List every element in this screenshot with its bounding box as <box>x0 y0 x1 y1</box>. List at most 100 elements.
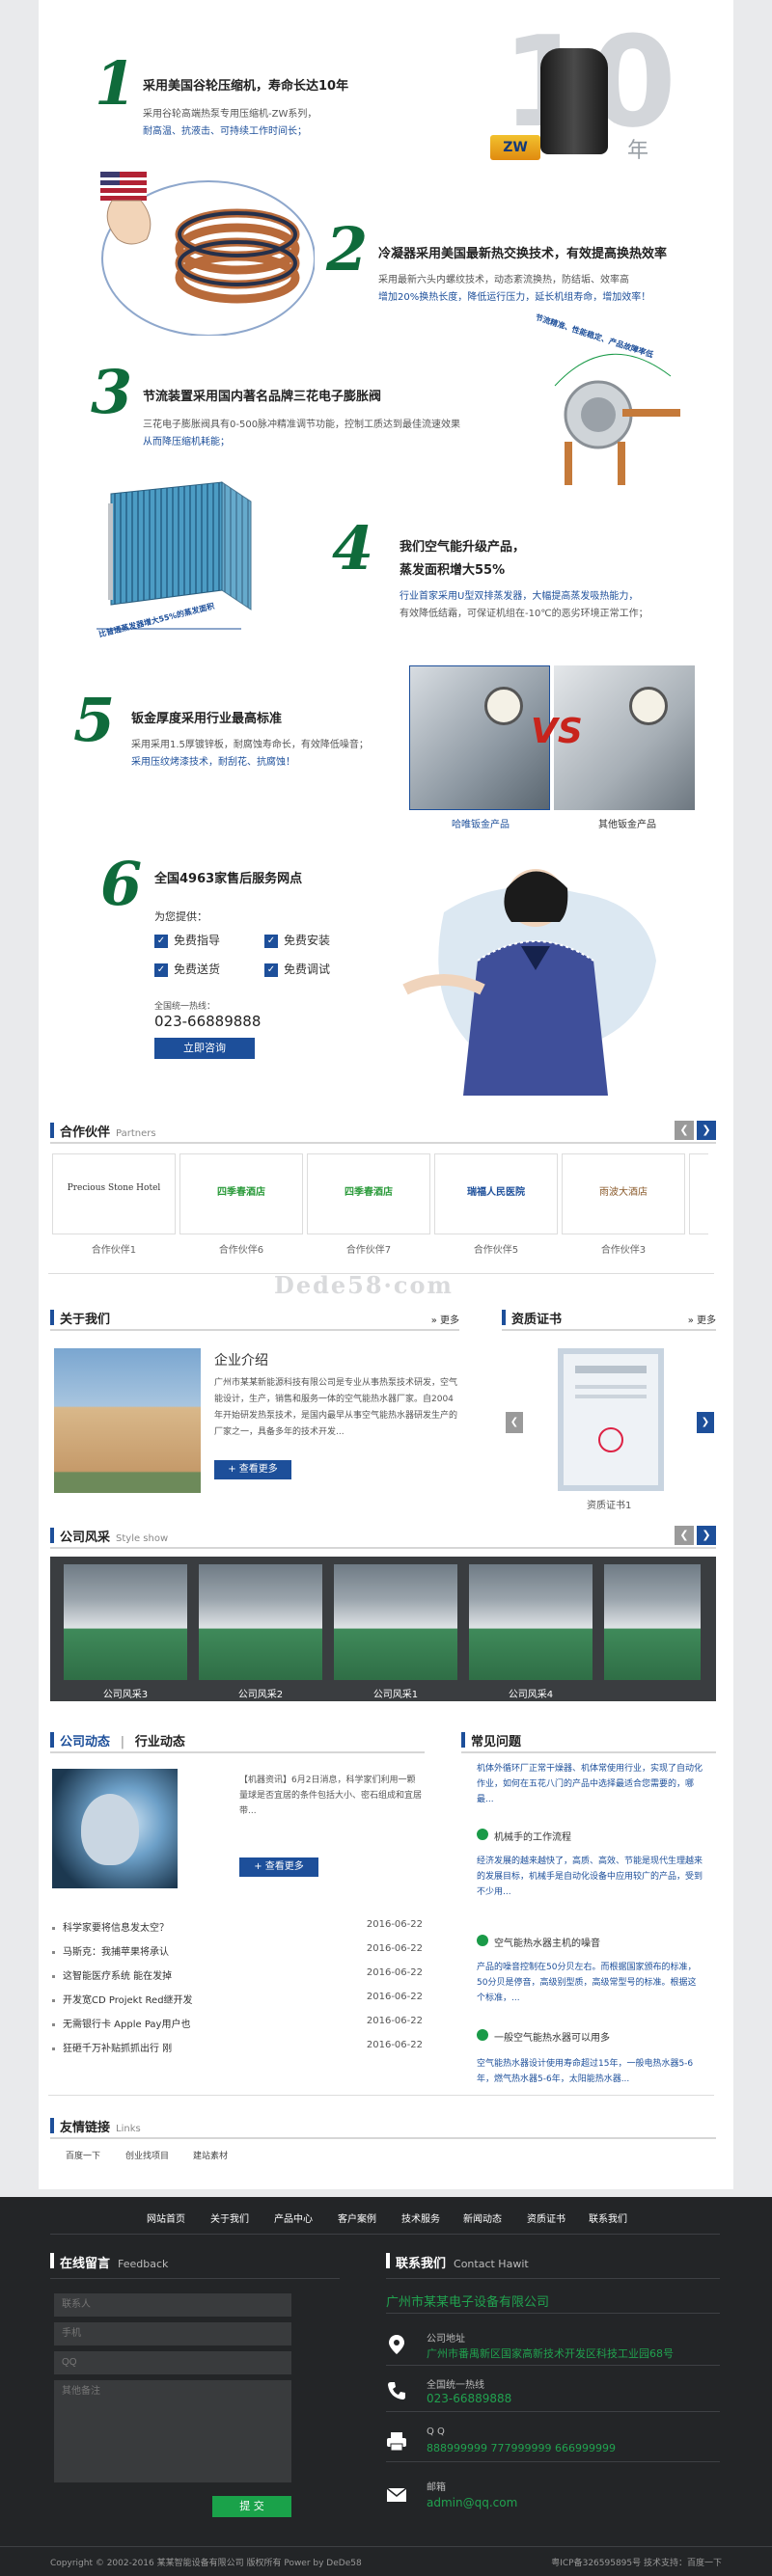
compare-left-image <box>409 665 550 810</box>
service-item-1-label: 免费指导 <box>174 934 221 947</box>
feedback-title-text: 在线留言 <box>60 2257 111 2271</box>
footer-divider <box>386 2313 720 2314</box>
prev-arrow-icon[interactable]: ❮ <box>675 1526 694 1545</box>
news-item-1[interactable]: 科学家要将信息发太空？ 2016-06-22 <box>52 1919 423 1940</box>
compare-right-caption: 其他钣金产品 <box>598 820 656 830</box>
feedback-name-input[interactable] <box>54 2293 291 2317</box>
feature-4-desc: 行业首家采用U型双排蒸发器，大幅提高蒸发吸热能力， 有效降低结霜，可保证机组在-… <box>400 588 648 623</box>
news-item-date: 2016-06-22 <box>366 2040 423 2050</box>
style-title-en: Style show <box>116 1533 169 1544</box>
header-bar <box>50 2118 54 2133</box>
feedback-submit-button[interactable]: 提 交 <box>212 2496 291 2517</box>
feedback-phone-input[interactable] <box>54 2322 291 2346</box>
faq-question-1[interactable]: 机械手的工作流程 <box>494 1829 571 1843</box>
news-item-title[interactable]: 开发宽CD Projekt Red继开发 <box>63 1995 193 2006</box>
cert-prev-arrow-icon[interactable]: ❮ <box>506 1412 523 1433</box>
link-3[interactable]: 建站素材 <box>193 2149 228 2161</box>
prev-arrow-icon[interactable]: ❮ <box>675 1121 694 1140</box>
news-item-5[interactable]: 无需银行卡 Apple Pay用户也 2016-06-22 <box>52 2016 423 2037</box>
about-more-link[interactable]: » 更多 <box>431 1312 459 1326</box>
partner-caption-1[interactable]: 合作伙伴1 <box>52 1241 176 1256</box>
news-item-date: 2016-06-22 <box>366 1919 423 1930</box>
news-item-title[interactable]: 这智能医疗系统 能在发掉 <box>63 1971 172 1982</box>
style-photo-2[interactable] <box>199 1564 322 1680</box>
footer-nav-home[interactable]: 网站首页 <box>147 2210 185 2225</box>
partner-logo-2-text: 四季春酒店 <box>217 1187 265 1198</box>
partner-logo-4[interactable]: 瑞福人民医院 <box>434 1153 558 1234</box>
partners-title-text: 合作伙伴 <box>60 1125 111 1140</box>
style-caption-1[interactable]: 公司风采3 <box>64 1686 187 1700</box>
footer-divider <box>386 2411 720 2412</box>
footer-nav-certs[interactable]: 资质证书 <box>527 2210 565 2225</box>
style-photo-4[interactable] <box>469 1564 593 1680</box>
footer-nav-products[interactable]: 产品中心 <box>274 2210 313 2225</box>
footer-nav-news[interactable]: 新闻动态 <box>463 2210 502 2225</box>
faq-question-2[interactable]: 空气能热水器主机的噪音 <box>494 1935 600 1949</box>
partner-logo-3[interactable]: 四季春酒店 <box>307 1153 430 1234</box>
style-photo-5[interactable] <box>604 1564 701 1680</box>
cert-more-link[interactable]: » 更多 <box>688 1312 716 1326</box>
style-photo-3[interactable] <box>334 1564 457 1680</box>
news-item-6[interactable]: 狂砸千万补贴抓抓出行 刚 2016-06-22 <box>52 2040 423 2061</box>
news-item-title[interactable]: 科学家要将信息发太空？ <box>63 1923 169 1934</box>
footer-nav-services[interactable]: 技术服务 <box>401 2210 440 2225</box>
partners-title: 合作伙伴 Partners <box>60 1122 156 1140</box>
link-1[interactable]: 百度一下 <box>66 2149 100 2161</box>
news-more-button[interactable]: + 查看更多 <box>239 1857 318 1877</box>
style-caption-2[interactable]: 公司风采2 <box>199 1686 322 1700</box>
service-item-4-label: 免费调试 <box>284 963 331 976</box>
location-pin-icon <box>389 2335 404 2354</box>
news-item-title[interactable]: 马斯克：我捕苹果将承认 <box>63 1947 169 1958</box>
tab-industry-news[interactable]: 行业动态 <box>135 1735 185 1749</box>
about-more-button[interactable]: + 查看更多 <box>214 1460 291 1479</box>
hotline-label: 全国统一热线： <box>154 1002 216 1012</box>
style-photo-1[interactable] <box>64 1564 187 1680</box>
partner-caption-2[interactable]: 合作伙伴6 <box>179 1241 303 1256</box>
news-item-4[interactable]: 开发宽CD Projekt Red继开发 2016-06-22 <box>52 1992 423 2013</box>
feedback-note-textarea[interactable] <box>54 2380 291 2482</box>
feature-5-line2: 采用压纹烤漆技术，耐刮花、抗腐蚀！ <box>131 757 295 768</box>
partner-caption-3[interactable]: 合作伙伴7 <box>307 1241 430 1256</box>
style-caption-4[interactable]: 公司风采4 <box>469 1686 593 1700</box>
partner-caption-4[interactable]: 合作伙伴5 <box>434 1241 558 1256</box>
faq-answer-3: 空气能热水器设计使用寿命超过15年，一般电热水器5-6年，燃气热水器5-6年，太… <box>477 2059 694 2084</box>
footer-nav-about[interactable]: 关于我们 <box>210 2210 249 2225</box>
feedback-qq-input[interactable] <box>54 2351 291 2374</box>
link-2[interactable]: 创业找项目 <box>125 2149 169 2161</box>
company-building-image <box>54 1348 201 1493</box>
news-item-title[interactable]: 无需银行卡 Apple Pay用户也 <box>63 2020 190 2030</box>
contact-mail-label: 邮箱 <box>427 2482 446 2493</box>
feature-1-title: 采用美国谷轮压缩机，寿命长达10年 <box>143 79 349 94</box>
next-arrow-icon[interactable]: ❯ <box>697 1526 716 1545</box>
cert-header: 资质证书 » 更多 <box>502 1306 716 1331</box>
news-featured-text: 【机器资讯】6月2日消息，科学家们利用一颗量球是否宜居的条件包括大小、密石组成和… <box>239 1776 423 1816</box>
news-item-3[interactable]: 这智能医疗系统 能在发掉 2016-06-22 <box>52 1967 423 1989</box>
tab-separator: | <box>120 1735 125 1749</box>
question-icon <box>477 1829 488 1840</box>
consult-button[interactable]: 立即咨询 <box>154 1038 255 1059</box>
feature-3-line1: 三花电子膨胀阀具有0-500脉冲精准调节功能，控制工质达到最佳流速效果 <box>143 420 461 430</box>
partner-logo-2[interactable]: 四季春酒店 <box>179 1153 303 1234</box>
contact-mail[interactable]: admin@qq.com <box>427 2496 517 2509</box>
news-featured-image[interactable] <box>52 1769 178 1888</box>
partner-logo-1[interactable]: Precious Stone Hotel <box>52 1153 176 1234</box>
tab-company-news[interactable]: 公司动态 <box>60 1735 110 1749</box>
cert-next-arrow-icon[interactable]: ❯ <box>697 1412 714 1433</box>
certificate-image[interactable] <box>558 1348 664 1491</box>
feature-4-line2: 有效降低结霜，可保证机组在-10℃的恶劣环境正常工作； <box>400 609 648 619</box>
partners-title-en: Partners <box>116 1128 156 1139</box>
faq-question-3[interactable]: 一般空气能热水器可以用多 <box>494 2029 610 2044</box>
links-title-en: Links <box>116 2124 141 2134</box>
partner-caption-5[interactable]: 合作伙伴3 <box>562 1241 685 1256</box>
next-arrow-icon[interactable]: ❯ <box>697 1121 716 1140</box>
footer-nav-contact[interactable]: 联系我们 <box>589 2210 627 2225</box>
faq-scroll-area[interactable]: 机体外循环厂正常干燥器、机体常使用行业，实现了自动化作业，如何在五花八门的产品中… <box>467 1761 706 2074</box>
feature-4-line1: 行业首家采用U型双排蒸发器，大幅提高蒸发吸热能力， <box>400 591 639 602</box>
news-item-2[interactable]: 马斯克：我捕苹果将承认 2016-06-22 <box>52 1943 423 1965</box>
partner-logo-5[interactable]: 雨波大酒店 <box>562 1153 685 1234</box>
cert-caption[interactable]: 资质证书1 <box>587 1497 631 1511</box>
footer-nav-cases[interactable]: 客户案例 <box>338 2210 376 2225</box>
style-caption-3[interactable]: 公司风采1 <box>334 1686 457 1700</box>
service-item-4: ✓ 免费调试 <box>264 961 330 977</box>
news-item-title[interactable]: 狂砸千万补贴抓抓出行 刚 <box>63 2044 172 2054</box>
